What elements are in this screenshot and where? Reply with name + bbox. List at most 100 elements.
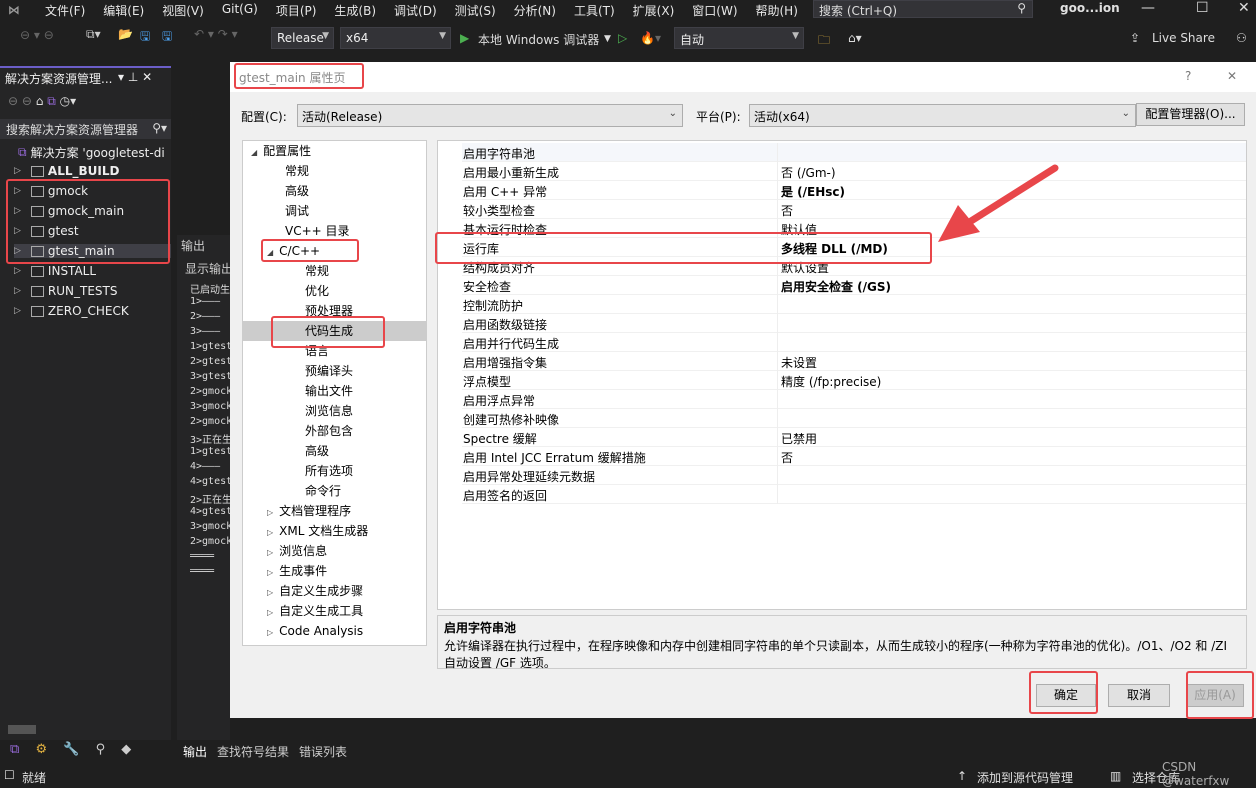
property-value[interactable]: 启用安全检查 (/GS): [781, 278, 891, 295]
tree-item[interactable]: 外部包含: [287, 421, 353, 441]
tree-item[interactable]: 命令行: [287, 481, 341, 501]
tree-item[interactable]: 常规: [267, 161, 309, 181]
solution-node[interactable]: ⧉ 解决方案 'googletest-di: [14, 144, 165, 161]
search-box[interactable]: 搜索 (Ctrl+Q) ⚲: [813, 0, 1033, 18]
menu-item[interactable]: 分析(N): [505, 2, 565, 19]
solution-search-input[interactable]: 搜索解决方案资源管理器 ⚲▾: [0, 119, 171, 139]
play-icon[interactable]: ▶: [460, 31, 469, 45]
find-folder-icon[interactable]: 🗀: [818, 31, 830, 52]
tree-item[interactable]: 高级: [287, 441, 329, 461]
tree-item[interactable]: ◢ 配置属性: [251, 141, 311, 161]
tree-item[interactable]: 浏览信息: [287, 401, 353, 421]
tree-item[interactable]: 调试: [267, 201, 309, 221]
chevron-down-icon[interactable]: ▼: [604, 34, 611, 44]
tree-item[interactable]: 高级: [267, 181, 309, 201]
property-value[interactable]: 否: [781, 449, 793, 466]
menu-item[interactable]: 帮助(H): [747, 2, 807, 19]
config-select[interactable]: 活动(Release) ⌄: [297, 104, 683, 127]
platform-dropdown[interactable]: x64 ▼: [340, 27, 451, 49]
solution-node[interactable]: ▷ RUN_TESTS: [14, 284, 118, 298]
expand-arrow-icon[interactable]: ▷: [14, 306, 21, 316]
property-value[interactable]: 是 (/EHsc): [781, 183, 845, 200]
tree-item[interactable]: 预编译头: [287, 361, 353, 381]
menu-item[interactable]: 文件(F): [36, 2, 94, 19]
run-debugger-button[interactable]: 本地 Windows 调试器: [478, 31, 599, 48]
config-manager-button[interactable]: 配置管理器(O)...: [1136, 103, 1245, 126]
property-row[interactable]: 启用 Intel JCC Erratum 缓解措施 否: [462, 447, 1246, 466]
property-row[interactable]: 安全检查 启用安全检查 (/GS): [462, 276, 1246, 295]
expand-arrow-icon[interactable]: ◢: [251, 148, 257, 157]
property-row[interactable]: 启用签名的返回: [462, 485, 1246, 504]
bottom-tab[interactable]: 输出: [183, 745, 207, 759]
property-row[interactable]: 较小类型检查 否: [462, 200, 1246, 219]
menu-item[interactable]: Git(G): [213, 2, 267, 19]
expand-arrow-icon[interactable]: ▷: [267, 628, 273, 637]
expand-arrow-icon[interactable]: ▷: [267, 568, 273, 577]
maximize-button[interactable]: ☐: [1196, 0, 1209, 16]
property-value[interactable]: 否: [781, 202, 793, 219]
close-window-button[interactable]: ✕: [1238, 0, 1250, 16]
nav-icons[interactable]: ⊖ ⊖ ⌂ ⧉ ◷▾: [8, 94, 76, 109]
tree-item[interactable]: 常规: [287, 261, 329, 281]
expand-arrow-icon[interactable]: ▷: [267, 548, 273, 557]
save-all-icon[interactable]: 🖫: [162, 27, 172, 48]
tree-item[interactable]: 输出文件: [287, 381, 353, 401]
new-project-icon[interactable]: ⧉▾: [86, 27, 101, 42]
cancel-button[interactable]: 取消: [1108, 684, 1170, 707]
tree-item[interactable]: ▷ 文档管理程序: [267, 501, 351, 521]
tree-item[interactable]: ▷ 自定义生成步骤: [267, 581, 363, 601]
hot-reload-icon[interactable]: 🔥▾: [640, 31, 661, 45]
platform-select[interactable]: 活动(x64) ⌄: [749, 104, 1136, 127]
property-row[interactable]: 启用浮点异常: [462, 390, 1246, 409]
expand-arrow-icon[interactable]: ▷: [267, 588, 273, 597]
open-folder-icon[interactable]: 📂: [118, 27, 133, 41]
tree-item[interactable]: 优化: [287, 281, 329, 301]
property-row[interactable]: 创建可热修补映像: [462, 409, 1246, 428]
menu-item[interactable]: 视图(V): [153, 2, 213, 19]
run-without-debug-icon[interactable]: ▷: [618, 31, 627, 45]
property-row[interactable]: Spectre 缓解 已禁用: [462, 428, 1246, 447]
expand-arrow-icon[interactable]: ▷: [14, 266, 21, 276]
window-layout-icon[interactable]: ⌂▾: [848, 31, 862, 45]
menu-item[interactable]: 测试(S): [446, 2, 505, 19]
menu-item[interactable]: 调试(D): [385, 2, 446, 19]
menu-item[interactable]: 工具(T): [565, 2, 624, 19]
expand-arrow-icon[interactable]: ▷: [267, 528, 273, 537]
bottom-tab[interactable]: 查找符号结果: [217, 745, 289, 759]
menu-item[interactable]: 项目(P): [267, 2, 326, 19]
property-row[interactable]: 启用异常处理延续元数据: [462, 466, 1246, 485]
tree-item[interactable]: ▷ Code Analysis: [267, 621, 363, 641]
solution-node[interactable]: ▷ INSTALL: [14, 264, 96, 278]
property-value[interactable]: 否 (/Gm-): [781, 164, 836, 181]
property-row[interactable]: 启用增强指令集 未设置: [462, 352, 1246, 371]
horizontal-scrollbar[interactable]: [0, 722, 171, 738]
expand-arrow-icon[interactable]: ▷: [267, 608, 273, 617]
add-source-control-button[interactable]: 添加到源代码管理: [977, 769, 1073, 786]
help-button[interactable]: ?: [1185, 69, 1191, 83]
minimize-button[interactable]: —: [1141, 0, 1155, 16]
solution-node[interactable]: ▷ ALL_BUILD: [14, 164, 119, 178]
property-row[interactable]: 启用最小重新生成 否 (/Gm-): [462, 162, 1246, 181]
side-tabs[interactable]: ⧉ ⚙ 🔧 ⚲ ◆: [0, 740, 171, 762]
property-value[interactable]: 精度 (/fp:precise): [781, 373, 881, 390]
expand-arrow-icon[interactable]: ▷: [14, 166, 21, 176]
tree-item[interactable]: 所有选项: [287, 461, 353, 481]
panel-menu-icon[interactable]: ▾ ⊥ ✕: [118, 70, 152, 84]
expand-arrow-icon[interactable]: ▷: [267, 508, 273, 517]
menu-item[interactable]: 编辑(E): [94, 2, 153, 19]
property-row[interactable]: 启用字符串池: [462, 143, 1246, 162]
tree-item[interactable]: ▷ 自定义生成工具: [267, 601, 363, 621]
property-row[interactable]: 启用函数级链接: [462, 314, 1246, 333]
undo-icon[interactable]: ↶ ▾ ↷ ▾: [194, 27, 238, 41]
back-icon[interactable]: ⊖ ▾ ⊖: [20, 28, 54, 42]
menu-item[interactable]: 生成(B): [325, 2, 385, 19]
solution-node[interactable]: ▷ ZERO_CHECK: [14, 304, 129, 318]
property-value[interactable]: 已禁用: [781, 430, 817, 447]
tree-item[interactable]: VC++ 目录: [267, 221, 350, 241]
feedback-icon[interactable]: ⚇: [1236, 31, 1247, 45]
tree-item[interactable]: ▷ XML 文档生成器: [267, 521, 368, 541]
property-row[interactable]: 浮点模型 精度 (/fp:precise): [462, 371, 1246, 390]
config-dropdown[interactable]: Release ▼: [271, 27, 334, 49]
expand-arrow-icon[interactable]: ▷: [14, 286, 21, 296]
menu-item[interactable]: 窗口(W): [683, 2, 746, 19]
